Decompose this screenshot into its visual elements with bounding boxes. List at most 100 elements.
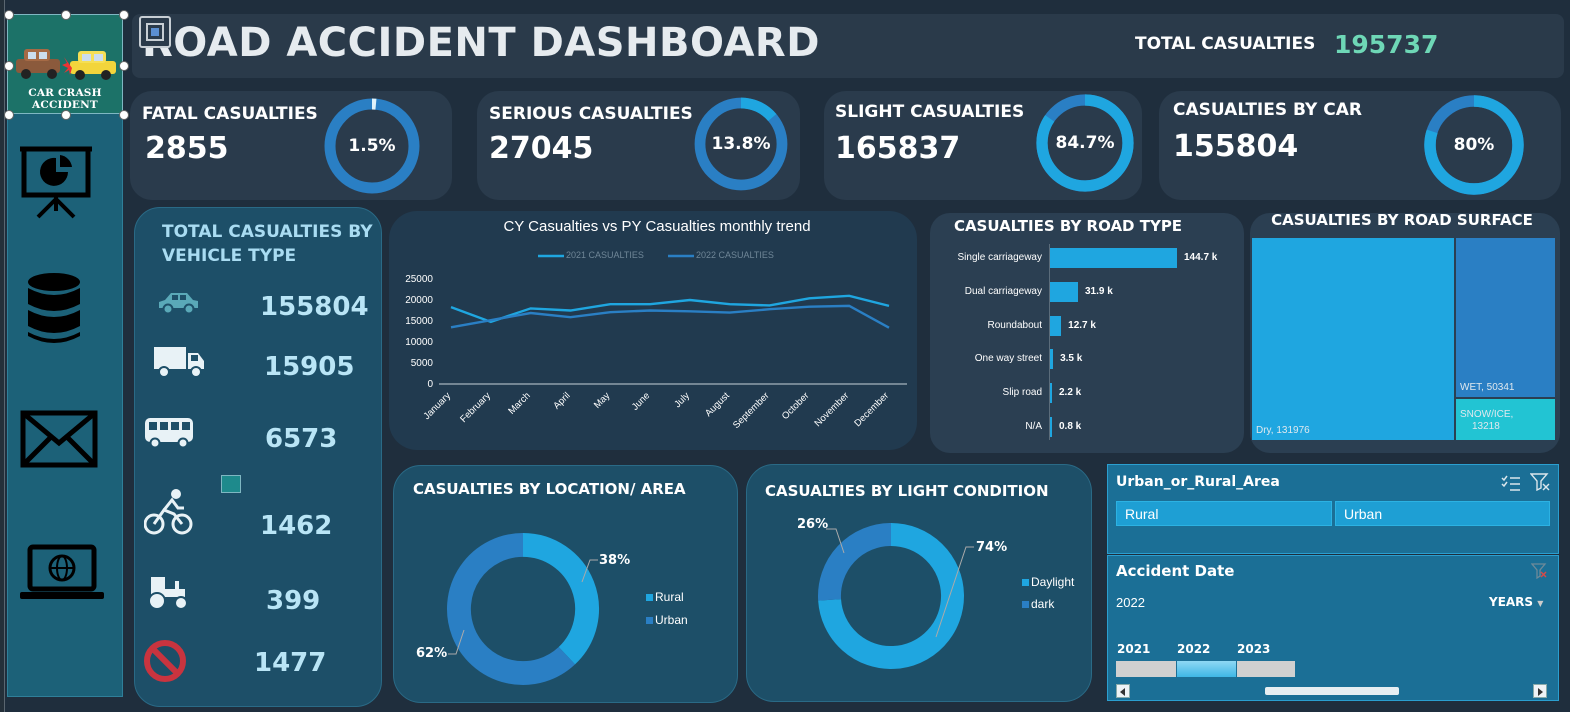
- x-tick-label: December: [852, 390, 891, 429]
- kpi-value: 2855: [145, 131, 229, 166]
- timeline-year[interactable]: 2023: [1237, 642, 1270, 656]
- donut-label: 80%: [1453, 135, 1495, 155]
- x-tick-label: May: [592, 390, 613, 411]
- scroll-right-button[interactable]: [1533, 684, 1547, 698]
- resize-handle[interactable]: [4, 61, 14, 71]
- timeline-year[interactable]: 2022: [1177, 642, 1210, 656]
- resize-handle[interactable]: [4, 10, 14, 20]
- resize-handle[interactable]: [4, 110, 14, 120]
- resize-handle[interactable]: [119, 61, 129, 71]
- kpi-title: CASUALTIES BY CAR: [1173, 100, 1363, 120]
- x-tick-label: September: [731, 390, 772, 431]
- database-icon[interactable]: [26, 272, 82, 346]
- road-type-title: CASUALTIES BY ROAD TYPE: [953, 217, 1183, 235]
- multi-select-icon[interactable]: [1501, 474, 1521, 492]
- vehicle-count-bus: 6573: [265, 424, 338, 454]
- logo-text: CAR CRASH ACCIDENT: [28, 87, 102, 111]
- date-selected-value: 2022: [1116, 595, 1145, 610]
- truck-icon: [154, 347, 204, 378]
- period-dropdown-label: YEARS: [1489, 595, 1534, 609]
- legend-label: Urban: [655, 613, 688, 627]
- light-label-dark: 26%: [797, 517, 829, 532]
- bar[interactable]: [1050, 349, 1054, 370]
- kpi-title: SERIOUS CASUALTIES: [489, 104, 693, 124]
- legend-swatch: [668, 254, 694, 258]
- treemap-label-line: 13218: [1472, 421, 1500, 432]
- clear-filter-icon[interactable]: [1531, 563, 1547, 579]
- trend-line-chart: 0 5000 10000 15000 20000 25000 January February…: [405, 274, 907, 431]
- bar-data-label: 31.9 k: [1084, 285, 1113, 297]
- timeline-bar[interactable]: [1116, 661, 1176, 677]
- laptop-globe-icon[interactable]: [18, 544, 106, 602]
- x-tick-label: August: [703, 390, 732, 419]
- kpi-title: SLIGHT CASUALTIES: [835, 102, 1025, 122]
- slicer-option-urban[interactable]: Urban: [1335, 501, 1550, 526]
- bar-data-label: 3.5 k: [1060, 353, 1083, 365]
- x-tick-label: February: [458, 390, 493, 425]
- treemap-label-line: SNOW/ICE,: [1460, 409, 1514, 420]
- y-tick-label: 15000: [405, 316, 433, 327]
- x-tick-label: April: [551, 390, 572, 411]
- period-dropdown[interactable]: YEARS ▼: [1489, 595, 1543, 609]
- light-title: CASUALTIES BY LIGHT CONDITION: [765, 482, 1049, 500]
- resize-handle[interactable]: [119, 10, 129, 20]
- bar[interactable]: [1050, 315, 1062, 336]
- vehicle-panel-title: TOTAL CASUALTIES BY VEHICLE TYPE: [162, 220, 373, 268]
- y-tick-label: 5000: [411, 358, 434, 369]
- mail-icon[interactable]: [20, 410, 98, 468]
- vehicle-count-tractor: 399: [266, 586, 321, 616]
- y-tick-label: 25000: [405, 274, 433, 285]
- treemap-wet[interactable]: WET, 50341: [1456, 238, 1555, 397]
- bar[interactable]: [1050, 383, 1052, 404]
- resize-handle[interactable]: [61, 10, 71, 20]
- bar[interactable]: [1050, 417, 1052, 437]
- bar[interactable]: [1050, 281, 1078, 302]
- bar-category-label: N/A: [1025, 421, 1042, 432]
- bar[interactable]: [1050, 248, 1177, 268]
- bar-category-label: Dual carriageway: [964, 285, 1042, 297]
- treemap-label: SNOW/ICE, 13218: [1460, 409, 1513, 433]
- bicycle-icon: [144, 489, 193, 535]
- timeline-scrollbar-thumb[interactable]: [1265, 687, 1399, 695]
- timeline-year[interactable]: 2021: [1117, 642, 1150, 656]
- location-label-rural: 38%: [599, 553, 631, 568]
- car-icon: [159, 293, 198, 315]
- bar-data-label: 2.2 k: [1059, 387, 1082, 399]
- presentation-chart-icon[interactable]: [20, 145, 92, 220]
- logo[interactable]: CAR CRASH ACCIDENT: [7, 14, 123, 114]
- leader-lines: [826, 528, 974, 638]
- kpi-value: 165837: [835, 131, 961, 166]
- legend-label: dark: [1031, 597, 1055, 611]
- bar-data-label: 144.7 k: [1184, 252, 1218, 263]
- legend-label: Rural: [655, 590, 684, 604]
- clear-filter-icon[interactable]: [1530, 473, 1550, 491]
- bar-category-label: Roundabout: [987, 319, 1043, 331]
- vehicle-title-line: TOTAL CASUALTIES BY: [162, 222, 373, 242]
- legend-swatch: [1022, 601, 1029, 608]
- treemap-snow[interactable]: SNOW/ICE, 13218: [1456, 399, 1555, 440]
- scroll-left-button[interactable]: [1116, 684, 1130, 698]
- chart-selector-icon[interactable]: [139, 16, 171, 48]
- treemap-label: WET, 50341: [1460, 382, 1515, 393]
- vehicle-count-bicycle: 1462: [260, 511, 333, 541]
- treemap-dry[interactable]: Dry, 131976: [1252, 238, 1454, 440]
- chevron-down-icon: ▼: [1537, 599, 1544, 608]
- legend-label: 2022 CASUALTIES: [696, 250, 774, 260]
- legend-swatch: [646, 617, 653, 624]
- thumbnail-image[interactable]: [221, 475, 241, 493]
- y-tick-label: 0: [427, 379, 433, 390]
- legend-swatch: [1022, 579, 1029, 586]
- resize-handle[interactable]: [119, 110, 129, 120]
- vehicle-count-truck: 15905: [264, 352, 355, 382]
- sheet-gridline: [0, 0, 5, 712]
- resize-handle[interactable]: [61, 110, 71, 120]
- y-axis: [1049, 244, 1050, 440]
- slicer-option-rural[interactable]: Rural: [1116, 501, 1332, 526]
- kpi-title: FATAL CASUALTIES: [142, 104, 318, 124]
- total-casualties-value: 195737: [1334, 30, 1439, 59]
- timeline-bar-selected[interactable]: [1177, 661, 1236, 677]
- vehicle-count-other: 1477: [254, 648, 327, 678]
- trend-chart-title: CY Casualties vs PY Casualties monthly t…: [503, 218, 811, 235]
- y-tick-label: 20000: [405, 295, 433, 306]
- timeline-bar[interactable]: [1237, 661, 1295, 677]
